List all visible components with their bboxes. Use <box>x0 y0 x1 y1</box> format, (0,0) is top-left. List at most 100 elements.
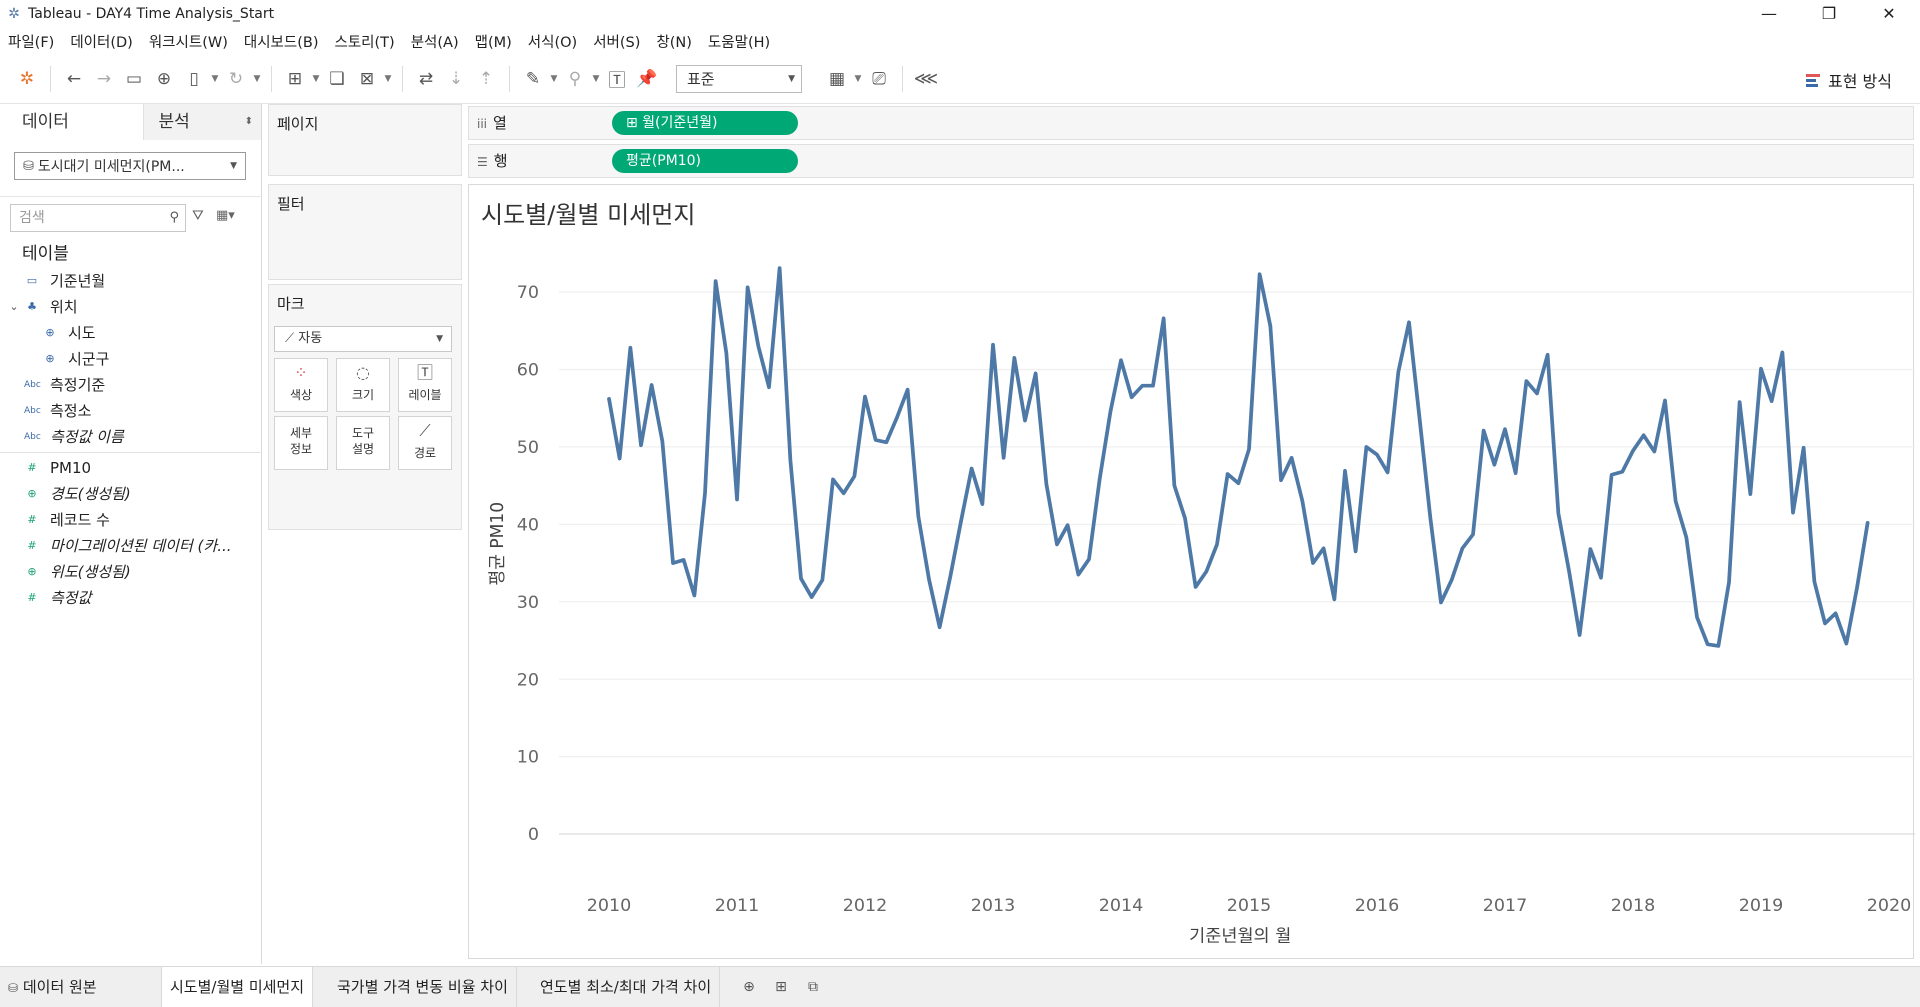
data-point[interactable] <box>1727 580 1732 585</box>
data-point[interactable] <box>1652 449 1657 454</box>
data-point[interactable] <box>1012 355 1017 360</box>
data-point[interactable] <box>937 625 942 630</box>
data-point[interactable] <box>1556 511 1561 516</box>
menu-window[interactable]: 창(N) <box>656 31 692 52</box>
marks-label-button[interactable]: 🅃 레이블 <box>398 358 452 412</box>
data-point[interactable] <box>1076 572 1081 577</box>
data-point[interactable] <box>1855 585 1860 590</box>
data-point[interactable] <box>1151 383 1156 388</box>
data-point[interactable] <box>639 443 644 448</box>
view-options-icon[interactable]: ▦▾ <box>216 208 235 223</box>
data-point[interactable] <box>1588 547 1593 552</box>
data-point[interactable] <box>1865 520 1870 525</box>
data-point[interactable] <box>628 345 633 350</box>
data-point[interactable] <box>1023 418 1028 423</box>
fit-select[interactable]: 표준 ▼ <box>676 64 802 93</box>
menu-server[interactable]: 서버(S) <box>593 31 640 52</box>
data-point[interactable] <box>1321 546 1326 551</box>
menu-map[interactable]: 맵(M) <box>475 31 512 52</box>
data-point[interactable] <box>1161 316 1166 321</box>
data-point[interactable] <box>1044 482 1049 487</box>
data-point[interactable] <box>1428 516 1433 521</box>
data-point[interactable] <box>1183 516 1188 521</box>
pages-card[interactable]: 페이지 <box>268 104 462 176</box>
tableau-home-icon[interactable]: ✲ <box>12 64 42 94</box>
new-story-icon[interactable]: ⧉ <box>798 967 828 1007</box>
show-mark-labels-icon[interactable]: 🅃 <box>602 64 632 94</box>
undo-icon[interactable]: ← <box>59 64 89 94</box>
data-point[interactable] <box>1460 546 1465 551</box>
sort-descending-icon[interactable]: ⇡ <box>471 64 501 94</box>
data-point[interactable] <box>1364 444 1369 449</box>
data-point[interactable] <box>1609 472 1614 477</box>
tab-sheet-2[interactable]: 국가별 가격 변동 비율 차이 <box>329 967 517 1007</box>
data-point[interactable] <box>1375 452 1380 457</box>
data-point[interactable] <box>788 458 793 463</box>
data-point[interactable] <box>1172 483 1177 488</box>
data-point[interactable] <box>1577 633 1582 638</box>
refresh-dropdown-icon[interactable]: ▼ <box>251 64 263 94</box>
data-point[interactable] <box>1513 471 1518 476</box>
data-point[interactable] <box>799 576 804 581</box>
tab-sheet-1[interactable]: 시도별/월별 미세먼지 <box>162 967 314 1007</box>
expand-chevron-icon[interactable]: ⌄ <box>6 294 22 320</box>
data-point[interactable] <box>1641 433 1646 438</box>
columns-pill[interactable]: ⊞ 월(기준년월) <box>612 111 798 135</box>
data-point[interactable] <box>1737 400 1742 405</box>
data-point[interactable] <box>948 574 953 579</box>
mark-type-select[interactable]: ⟋ 자동 ▼ <box>274 326 452 352</box>
data-point[interactable] <box>809 595 814 600</box>
pause-updates-icon[interactable]: ▯ <box>179 64 209 94</box>
data-point[interactable] <box>1567 568 1572 573</box>
group-members-icon[interactable]: ⚲ <box>560 64 590 94</box>
data-point[interactable] <box>1823 621 1828 626</box>
menu-format[interactable]: 서식(O) <box>528 31 577 52</box>
new-worksheet-dropdown-icon[interactable]: ▼ <box>310 64 322 94</box>
marks-color-button[interactable]: ⁘ 색상 <box>274 358 328 412</box>
field-item[interactable]: ▭ 기준년월 <box>0 268 262 294</box>
redo-icon[interactable]: → <box>89 64 119 94</box>
marks-tooltip-button[interactable]: 도구 설명 <box>336 416 390 470</box>
presentation-mode-icon[interactable]: ⎚ <box>864 64 894 94</box>
data-point[interactable] <box>927 577 932 582</box>
data-point[interactable] <box>1780 350 1785 355</box>
data-point[interactable] <box>1663 398 1668 403</box>
data-point[interactable] <box>649 383 654 388</box>
data-point[interactable] <box>617 456 622 461</box>
data-point[interactable] <box>1129 395 1134 400</box>
data-point[interactable] <box>969 466 974 471</box>
menu-help[interactable]: 도움말(H) <box>708 31 770 52</box>
data-point[interactable] <box>756 344 761 349</box>
show-cards-icon[interactable]: ▦ <box>822 64 852 94</box>
tab-analysis[interactable]: 분석 ⬍ <box>143 104 261 140</box>
data-point[interactable] <box>1247 447 1252 452</box>
data-point[interactable] <box>1524 379 1529 384</box>
data-point[interactable] <box>681 558 686 563</box>
data-point[interactable] <box>1097 477 1102 482</box>
data-point[interactable] <box>820 578 825 583</box>
data-point[interactable] <box>1215 542 1220 547</box>
data-point[interactable] <box>1631 448 1636 453</box>
data-point[interactable] <box>1492 462 1497 467</box>
data-point[interactable] <box>1535 391 1540 396</box>
data-point[interactable] <box>1268 324 1273 329</box>
data-point[interactable] <box>1748 492 1753 497</box>
rows-pill[interactable]: 평균(PM10) <box>612 149 798 173</box>
data-point[interactable] <box>1343 468 1348 473</box>
data-point[interactable] <box>1193 585 1198 590</box>
data-point[interactable] <box>1236 481 1241 486</box>
share-icon[interactable]: ⋘ <box>911 64 941 94</box>
data-point[interactable] <box>1801 445 1806 450</box>
marks-path-button[interactable]: ⟋ 경로 <box>398 416 452 470</box>
filters-card[interactable]: 필터 <box>268 184 462 280</box>
data-point[interactable] <box>607 396 612 401</box>
field-item[interactable]: ⊕ 위도(생성됨) <box>0 559 262 585</box>
close-button[interactable]: ✕ <box>1860 0 1918 28</box>
field-item[interactable]: # PM10 <box>0 455 262 481</box>
data-point[interactable] <box>1716 643 1721 648</box>
show-me-button[interactable]: 표현 방식 <box>1806 68 1892 92</box>
data-point[interactable] <box>1695 615 1700 620</box>
data-point[interactable] <box>1225 472 1230 477</box>
field-item[interactable]: Abc 측정값 이름 <box>0 424 262 450</box>
new-dashboard-icon[interactable]: ⊞ <box>766 967 796 1007</box>
